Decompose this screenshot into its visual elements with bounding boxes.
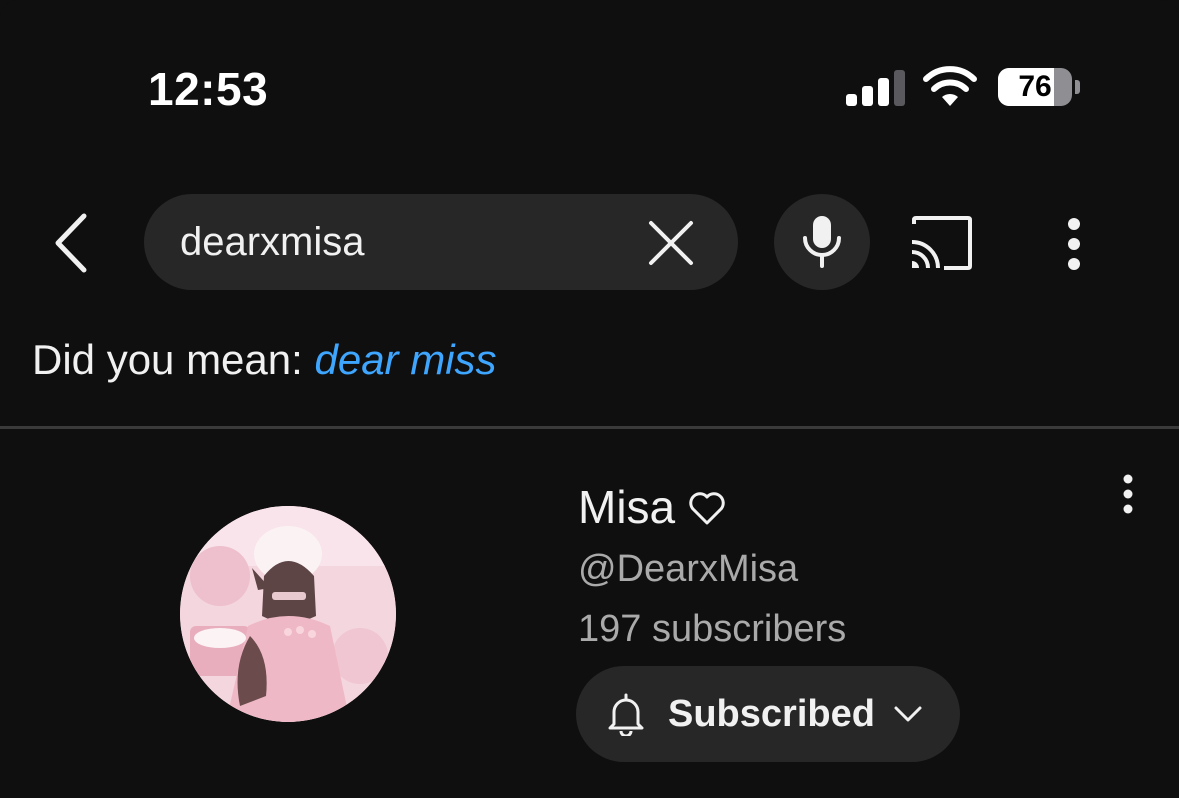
divider bbox=[0, 426, 1179, 429]
signal-icon bbox=[846, 70, 905, 106]
cast-icon[interactable] bbox=[904, 212, 980, 276]
channel-name[interactable]: Misa bbox=[578, 480, 727, 534]
result-more-vertical-icon[interactable] bbox=[1110, 472, 1146, 516]
voice-search-button[interactable] bbox=[774, 194, 870, 290]
battery-body: 76 bbox=[998, 68, 1072, 106]
more-vertical-icon[interactable] bbox=[1052, 214, 1096, 274]
wifi-icon bbox=[923, 66, 977, 106]
channel-handle: @DearxMisa bbox=[578, 548, 799, 590]
search-input[interactable]: dearxmisa bbox=[144, 194, 738, 290]
subscribed-button[interactable]: Subscribed bbox=[576, 666, 960, 762]
battery-level: 76 bbox=[1018, 70, 1052, 103]
channel-name-text[interactable]: Misa bbox=[578, 481, 675, 533]
close-icon[interactable] bbox=[644, 216, 698, 270]
heart-icon bbox=[689, 492, 725, 525]
did-you-mean-row: Did you mean: dear miss bbox=[32, 336, 497, 384]
channel-avatar[interactable] bbox=[180, 506, 396, 722]
youtube-search-screen: 12:53 76 dearxmisa Did you mean: dear mi… bbox=[0, 0, 1179, 798]
did-you-mean-label: Did you mean: bbox=[32, 336, 315, 383]
subscribed-label[interactable]: Subscribed bbox=[668, 666, 875, 762]
chevron-down-icon bbox=[894, 706, 922, 722]
battery-cap bbox=[1075, 80, 1080, 94]
status-time: 12:53 bbox=[148, 63, 269, 115]
subscriber-count: 197 subscribers bbox=[578, 608, 847, 650]
back-arrow-icon[interactable] bbox=[44, 208, 100, 278]
microphone-icon bbox=[803, 216, 841, 268]
search-query[interactable]: dearxmisa bbox=[180, 194, 365, 290]
bell-icon bbox=[608, 693, 644, 736]
battery-icon: 76 bbox=[998, 68, 1084, 108]
suggested-query-link[interactable]: dear miss bbox=[314, 336, 496, 383]
